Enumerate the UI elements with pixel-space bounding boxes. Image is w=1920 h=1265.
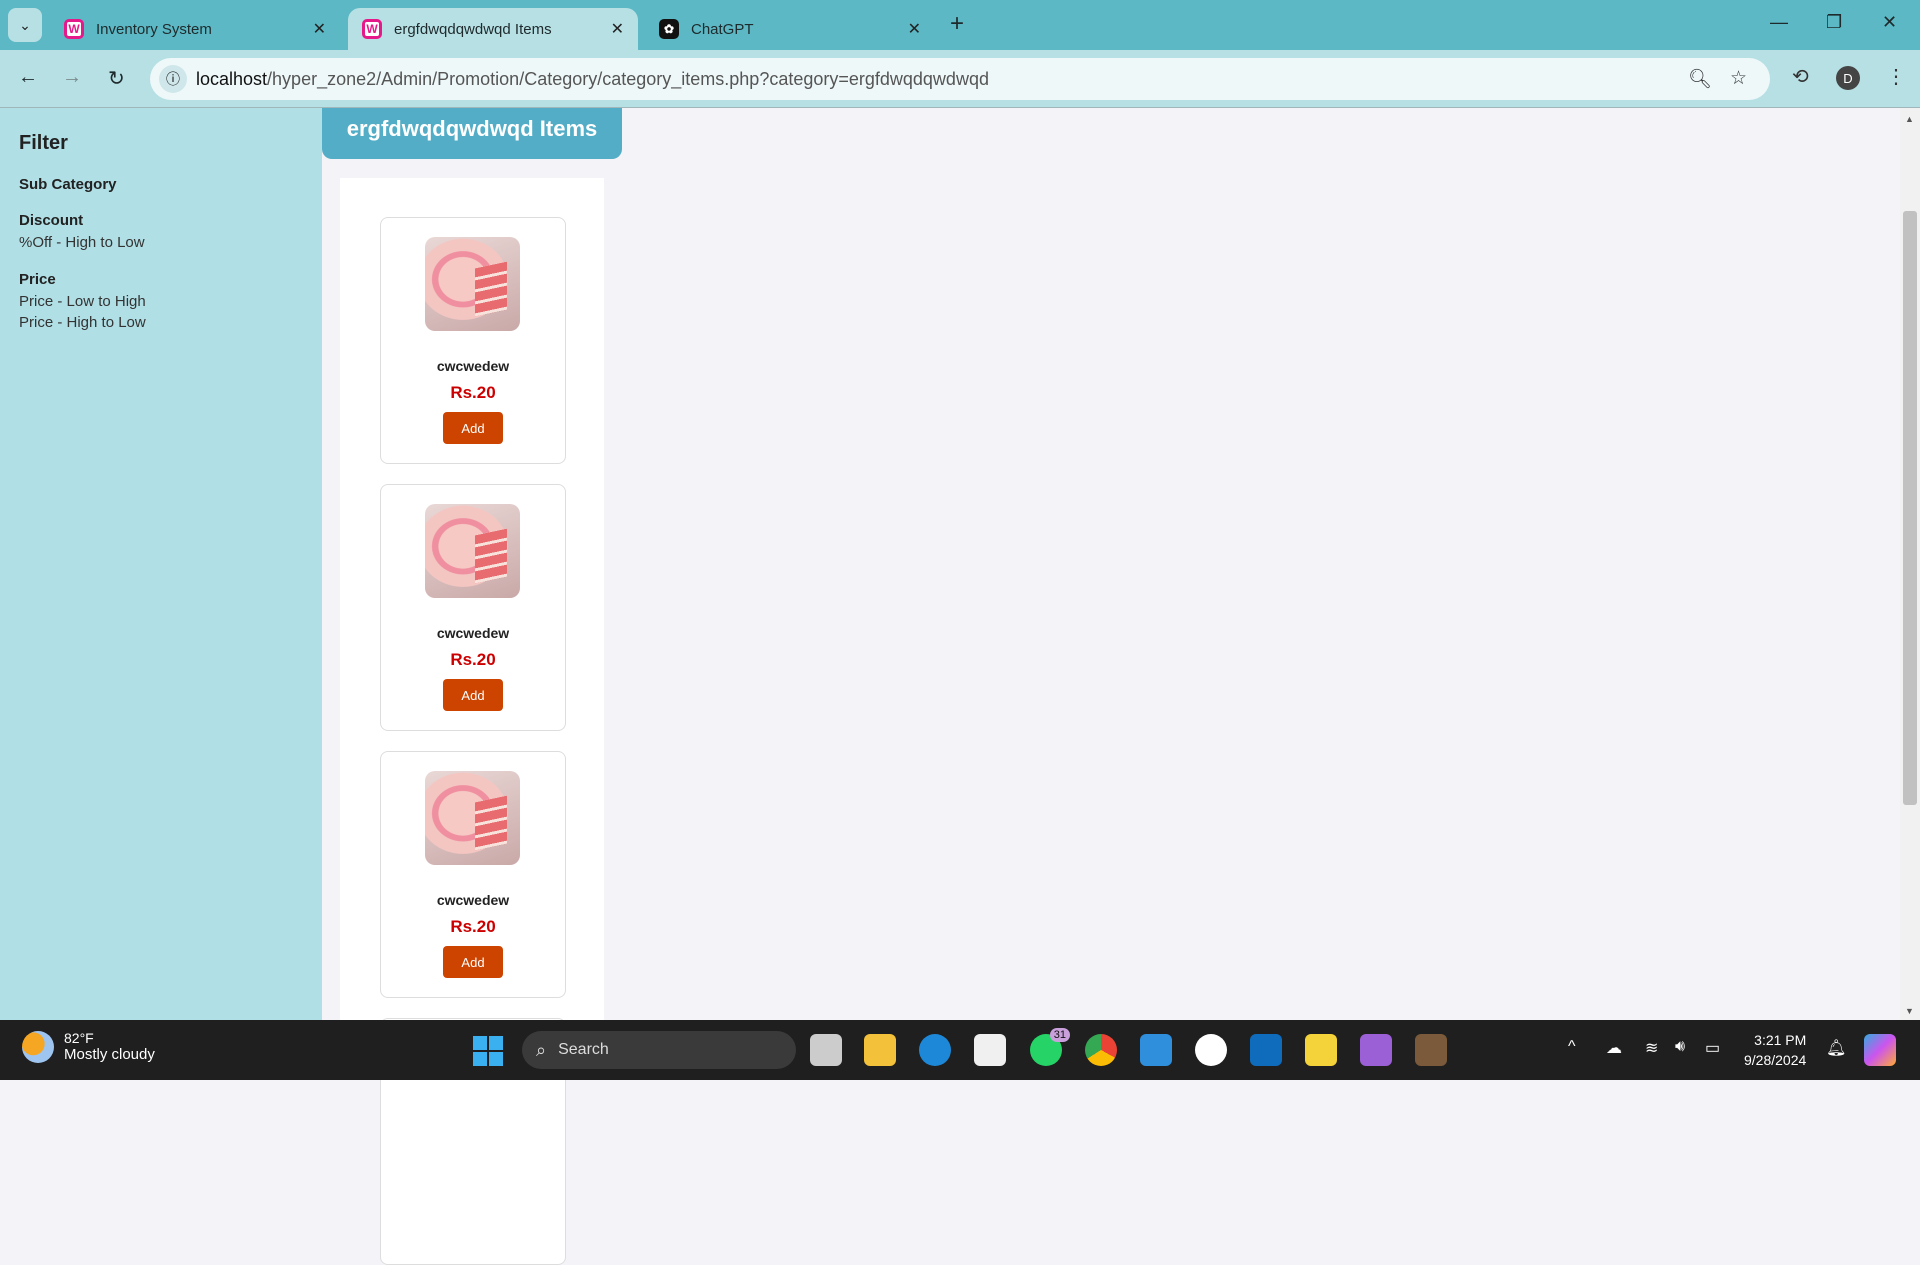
sort-price-high-low[interactable]: Price - High to Low xyxy=(19,314,146,331)
profile-avatar[interactable]: D xyxy=(1836,66,1860,90)
tray-overflow-icon[interactable]: ^ xyxy=(1568,1038,1576,1056)
product-price: Rs.20 xyxy=(450,917,496,936)
add-button[interactable]: Add xyxy=(443,946,503,978)
filter-discount-heading: Discount xyxy=(19,212,84,229)
search-label: Search xyxy=(558,1041,609,1058)
volume-icon[interactable]: 🔊︎ xyxy=(1675,1038,1685,1056)
notification-badge: 31 xyxy=(1049,1028,1070,1042)
product-price: Rs.20 xyxy=(450,650,496,669)
copilot-icon[interactable] xyxy=(1864,1034,1896,1066)
visual-studio-icon[interactable] xyxy=(1360,1034,1392,1066)
close-tab-icon[interactable]: ✕ xyxy=(908,19,921,39)
back-button[interactable]: ← xyxy=(18,66,38,89)
address-bar[interactable]: ⓘ localhost/hyper_zone2/Admin/Promotion/… xyxy=(150,58,1770,100)
whatsapp-business-icon[interactable] xyxy=(1195,1034,1227,1066)
product-card: cwcwedew Rs.20 Add xyxy=(380,484,566,731)
close-window-button[interactable]: ✕ xyxy=(1882,12,1897,33)
tab-chatgpt[interactable]: ✿ ChatGPT ✕ xyxy=(645,8,935,50)
clock[interactable]: 3:21 PM 9/28/2024 xyxy=(1744,1030,1806,1070)
wamp-icon: W xyxy=(362,19,382,39)
tab-title: ergfdwqdqwdwqd Items xyxy=(394,20,552,38)
snipping-tool-icon[interactable] xyxy=(1305,1034,1337,1066)
close-tab-icon[interactable]: ✕ xyxy=(611,19,624,39)
product-card: cwcwedew Rs.20 Add xyxy=(380,217,566,464)
onedrive-icon[interactable]: ☁ xyxy=(1606,1038,1622,1058)
url-text[interactable]: localhost/hyper_zone2/Admin/Promotion/Ca… xyxy=(196,69,989,90)
wifi-icon[interactable]: ≋ xyxy=(1645,1038,1658,1058)
windows-start-icon[interactable] xyxy=(473,1036,503,1066)
filter-price-heading: Price xyxy=(19,271,56,288)
page-scrollbar[interactable]: ▲ ▼ xyxy=(1900,108,1920,1020)
extensions-icon[interactable]: ⟲ xyxy=(1792,64,1809,89)
new-tab-button[interactable]: + xyxy=(950,10,964,38)
bookmark-star-icon[interactable]: ☆ xyxy=(1730,67,1747,90)
task-view-icon[interactable] xyxy=(810,1034,842,1066)
add-button[interactable]: Add xyxy=(443,412,503,444)
tab-category-items[interactable]: W ergfdwqdqwdwqd Items ✕ xyxy=(348,8,638,50)
browser-toolbar: ← → ↻ ⓘ localhost/hyper_zone2/Admin/Prom… xyxy=(0,50,1920,108)
page-title: ergfdwqdqwdwqd Items xyxy=(322,108,622,159)
add-button[interactable]: Add xyxy=(443,679,503,711)
forward-button[interactable]: → xyxy=(62,66,82,89)
product-image xyxy=(425,237,520,331)
time: 3:21 PM xyxy=(1754,1032,1807,1048)
menu-icon[interactable]: ⋮ xyxy=(1886,64,1906,89)
site-info-icon[interactable]: ⓘ xyxy=(159,65,187,93)
outlook-icon[interactable] xyxy=(1250,1034,1282,1066)
product-card: cwcwedew Rs.20 Add xyxy=(380,751,566,998)
taskbar-search[interactable]: ⌕ Search xyxy=(522,1031,796,1069)
close-tab-icon[interactable]: ✕ xyxy=(313,19,326,39)
battery-icon[interactable]: ▭ xyxy=(1705,1038,1720,1058)
vscode-icon[interactable] xyxy=(1140,1034,1172,1066)
weather-temp: 82°F xyxy=(64,1030,94,1046)
product-image xyxy=(425,771,520,865)
filter-sidebar: Filter Sub Category Discount %Off - High… xyxy=(0,108,322,1020)
scroll-down-icon[interactable]: ▼ xyxy=(1905,1006,1914,1016)
weather-desc: Mostly cloudy xyxy=(64,1046,155,1063)
chevron-down-icon: ⌄ xyxy=(19,16,31,33)
app-icon[interactable] xyxy=(1415,1034,1447,1066)
date: 9/28/2024 xyxy=(1744,1052,1807,1068)
whatsapp-icon[interactable]: 31 xyxy=(1030,1028,1070,1066)
edge-icon[interactable] xyxy=(919,1034,951,1066)
product-name: cwcwedew xyxy=(436,625,510,641)
restore-button[interactable]: ❐ xyxy=(1826,12,1842,33)
tab-inventory-system[interactable]: W Inventory System ✕ xyxy=(50,8,340,50)
weather-cloud-icon xyxy=(22,1030,54,1063)
product-name: cwcwedew xyxy=(436,358,510,374)
tab-search-button[interactable]: ⌄ xyxy=(8,8,42,42)
scroll-up-icon[interactable]: ▲ xyxy=(1905,114,1914,124)
product-name: cwcwedew xyxy=(436,892,510,908)
zoom-icon[interactable]: 🔍︎ xyxy=(1688,67,1712,91)
url-host: localhost xyxy=(196,69,268,89)
wamp-icon: W xyxy=(64,19,84,39)
sort-price-low-high[interactable]: Price - Low to High xyxy=(19,293,146,310)
product-image xyxy=(425,504,520,598)
minimize-button[interactable]: — xyxy=(1770,12,1788,33)
scrollbar-thumb[interactable] xyxy=(1903,211,1917,805)
filter-sub-category[interactable]: Sub Category xyxy=(19,176,117,193)
microsoft-store-icon[interactable] xyxy=(974,1034,1006,1066)
weather-widget[interactable]: 82°F Mostly cloudy xyxy=(22,1030,155,1063)
browser-tab-bar: ⌄ W Inventory System ✕ W ergfdwqdqwdwqd … xyxy=(0,0,1920,50)
filter-title: Filter xyxy=(19,132,68,154)
notification-bell-icon[interactable]: 🔔︎ xyxy=(1826,1038,1846,1058)
tab-title: ChatGPT xyxy=(691,20,754,38)
file-explorer-icon[interactable] xyxy=(864,1034,896,1066)
chatgpt-icon: ✿ xyxy=(659,19,679,39)
product-price: Rs.20 xyxy=(450,383,496,402)
sort-discount-high-low[interactable]: %Off - High to Low xyxy=(19,234,145,251)
reload-button[interactable]: ↻ xyxy=(108,66,125,91)
search-icon: ⌕ xyxy=(536,1039,547,1060)
chrome-icon[interactable] xyxy=(1085,1034,1117,1066)
windows-taskbar: 82°F Mostly cloudy ⌕ Search 31 ^ ☁ ≋ 🔊︎ ▭… xyxy=(0,1020,1920,1080)
url-path: /hyper_zone2/Admin/Promotion/Category/ca… xyxy=(267,69,989,89)
tab-title: Inventory System xyxy=(96,20,212,38)
